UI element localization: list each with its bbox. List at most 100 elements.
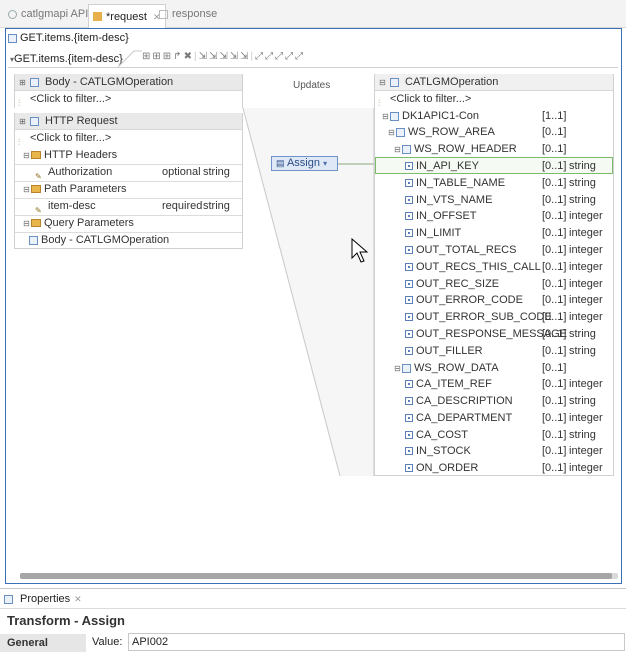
tab-response[interactable]: response <box>155 4 221 24</box>
tree-row-path-parameters[interactable]: ⊟ Path Parameters <box>15 181 242 198</box>
align-tool-icon[interactable]: ⇲ <box>230 51 238 65</box>
tree-row-in-api-key[interactable]: IN_API_KEY [0..1] string <box>375 158 613 175</box>
tree-row-in-stock[interactable]: IN_STOCK [0..1] integer <box>375 443 613 460</box>
row-cardinality: [0..1] <box>542 126 567 138</box>
field-icon <box>405 296 413 305</box>
row-cardinality: [0..1] <box>542 261 567 273</box>
row-cardinality: [0..1] <box>542 362 567 374</box>
row-cardinality: [0..1] <box>542 395 567 407</box>
value-label: Value: <box>92 636 123 648</box>
collapse-icon[interactable]: ⊟ <box>378 74 387 91</box>
collapse-icon[interactable]: ⊟ <box>393 141 402 158</box>
tab-edge-shape <box>118 50 142 68</box>
field-icon <box>405 380 413 389</box>
tree-row-out-filler[interactable]: OUT_FILLER [0..1] string <box>375 343 613 360</box>
scrollbar-thumb[interactable] <box>20 573 612 579</box>
tree-row-http-headers[interactable]: ⊟ HTTP Headers <box>15 147 242 164</box>
http-request-header[interactable]: ⊞ HTTP Request <box>15 113 242 130</box>
field-icon <box>405 162 413 171</box>
tree-row-in-vts-name[interactable]: IN_VTS_NAME [0..1] string <box>375 192 613 209</box>
layout-tool-icon[interactable]: ⤢ <box>295 51 303 65</box>
http-request-filter[interactable]: ⫶ <Click to filter...> <box>15 130 242 147</box>
row-type: string <box>203 200 230 212</box>
filter-placeholder: <Click to filter...> <box>30 93 112 105</box>
row-cardinality: [0..1] <box>542 311 567 323</box>
layout-tool-icon[interactable]: ⤢ <box>285 51 293 65</box>
field-icon <box>405 196 413 205</box>
left-body-filter[interactable]: ⫶ <Click to filter...> <box>15 91 242 108</box>
align-tool-icon[interactable]: ⇲ <box>209 51 217 65</box>
mouse-cursor-icon <box>351 238 369 263</box>
tree-row-ca-department[interactable]: CA_DEPARTMENT [0..1] integer <box>375 410 613 427</box>
right-panel-title: CATLGMOperation <box>405 75 499 88</box>
value-field[interactable]: API002 <box>128 633 625 651</box>
align-tool-icon[interactable]: ⇲ <box>219 51 227 65</box>
tree-row-ca-description[interactable]: CA_DESCRIPTION [0..1] string <box>375 393 613 410</box>
operation-icon <box>8 33 17 43</box>
collapse-icon[interactable]: ⊟ <box>393 360 402 377</box>
chevron-down-icon[interactable]: ▾ <box>323 159 327 168</box>
tree-row-out-total-recs[interactable]: OUT_TOTAL_RECS [0..1] integer <box>375 242 613 259</box>
general-section-tab[interactable]: General <box>0 634 86 652</box>
row-label: WS_ROW_HEADER <box>414 143 517 155</box>
tree-row-body[interactable]: Body - CATLGMOperation <box>15 232 242 249</box>
collapse-icon[interactable]: ⊟ <box>22 147 31 164</box>
properties-tab[interactable]: Properties ✕ <box>4 591 82 607</box>
tree-row-in-limit[interactable]: IN_LIMIT [0..1] integer <box>375 225 613 242</box>
expand-icon[interactable]: ⊞ <box>18 74 27 91</box>
connect-tool-icon[interactable]: ↱ <box>173 51 181 65</box>
tree-row-in-offset[interactable]: IN_OFFSET [0..1] integer <box>375 208 613 225</box>
tree-row-ws-row-area[interactable]: ⊟ WS_ROW_AREA [0..1] <box>375 124 613 141</box>
tree-row-in-table-name[interactable]: IN_TABLE_NAME [0..1] string <box>375 175 613 192</box>
tree-row-out-error-sub-code[interactable]: OUT_ERROR_SUB_CODE [0..1] integer <box>375 309 613 326</box>
right-panel-header[interactable]: ⊟ CATLGMOperation <box>375 74 613 91</box>
tree-row-query-parameters[interactable]: ⊟ Query Parameters <box>15 215 242 232</box>
tree-row-out-rec-size[interactable]: OUT_REC_SIZE [0..1] integer <box>375 276 613 293</box>
tree-row-ws-row-header[interactable]: ⊟ WS_ROW_HEADER [0..1] <box>375 141 613 158</box>
body-icon <box>30 77 39 87</box>
left-body-header[interactable]: ⊞ Body - CATLGMOperation <box>15 74 242 91</box>
tab-catlgmapi-api[interactable]: catlgmapi API <box>4 4 92 24</box>
row-label: CA_DESCRIPTION <box>416 395 513 407</box>
tree-row-ca-item-ref[interactable]: CA_ITEM_REF [0..1] integer <box>375 376 613 393</box>
row-type: integer <box>569 294 603 306</box>
tree-row-ws-row-data[interactable]: ⊟ WS_ROW_DATA [0..1] <box>375 360 613 377</box>
map-tool-icon[interactable]: ⊞ <box>142 51 150 65</box>
layout-tool-icon[interactable]: ⤢ <box>255 51 263 65</box>
field-icon <box>405 179 413 188</box>
right-panel-filter[interactable]: ⫶ <Click to filter...> <box>375 91 613 108</box>
row-label: Query Parameters <box>44 217 134 229</box>
tree-row-on-order[interactable]: ON_ORDER [0..1] integer <box>375 460 613 477</box>
collapse-icon[interactable]: ⊟ <box>381 108 390 125</box>
tree-row-dk1apic1-con[interactable]: ⊟ DK1APIC1-Con [1..1] <box>375 108 613 125</box>
tab-request[interactable]: *request ✕ <box>88 4 166 28</box>
tree-row-out-error-code[interactable]: OUT_ERROR_CODE [0..1] integer <box>375 292 613 309</box>
tree-row-ca-cost[interactable]: CA_COST [0..1] string <box>375 427 613 444</box>
tree-row-out-response-message[interactable]: OUT_RESPONSE_MESSAGE [0..1] string <box>375 326 613 343</box>
tree-row-authorization[interactable]: ✎ Authorization optional string <box>15 164 242 181</box>
row-cardinality: [0..1] <box>542 278 567 290</box>
row-cardinality: [0..1] <box>542 328 567 340</box>
collapse-icon[interactable]: ⊟ <box>22 181 31 198</box>
layout-tool-icon[interactable]: ⤢ <box>275 51 283 65</box>
tree-row-out-recs-this-call[interactable]: OUT_RECS_THIS_CALL [0..1] integer <box>375 259 613 276</box>
assign-transform[interactable]: ▤ Assign ▾ <box>271 156 338 171</box>
row-cardinality: [0..1] <box>542 194 567 206</box>
editor-tab-bar: catlgmapi API *request ✕ response <box>0 0 626 28</box>
collapse-icon[interactable]: ⊟ <box>22 215 31 232</box>
field-icon <box>405 464 413 473</box>
align-tool-icon[interactable]: ⇲ <box>199 51 207 65</box>
close-icon[interactable]: ✕ <box>74 591 82 607</box>
row-type: integer <box>569 210 603 222</box>
properties-divider <box>0 608 626 609</box>
map-tool-icon[interactable]: ⊞ <box>163 51 171 65</box>
collapse-icon[interactable]: ⊟ <box>387 124 396 141</box>
align-tool-icon[interactable]: ⇲ <box>240 51 248 65</box>
layout-tool-icon[interactable]: ⤢ <box>265 51 273 65</box>
expand-icon[interactable]: ⊞ <box>18 113 27 130</box>
row-label: OUT_ERROR_CODE <box>416 294 523 306</box>
transform-icon: ▤ <box>276 158 285 168</box>
delete-tool-icon[interactable]: ✖ <box>184 51 192 65</box>
tree-row-item-desc[interactable]: ✎ item-desc required string <box>15 198 242 215</box>
map-tool-icon[interactable]: ⊞ <box>152 51 160 65</box>
